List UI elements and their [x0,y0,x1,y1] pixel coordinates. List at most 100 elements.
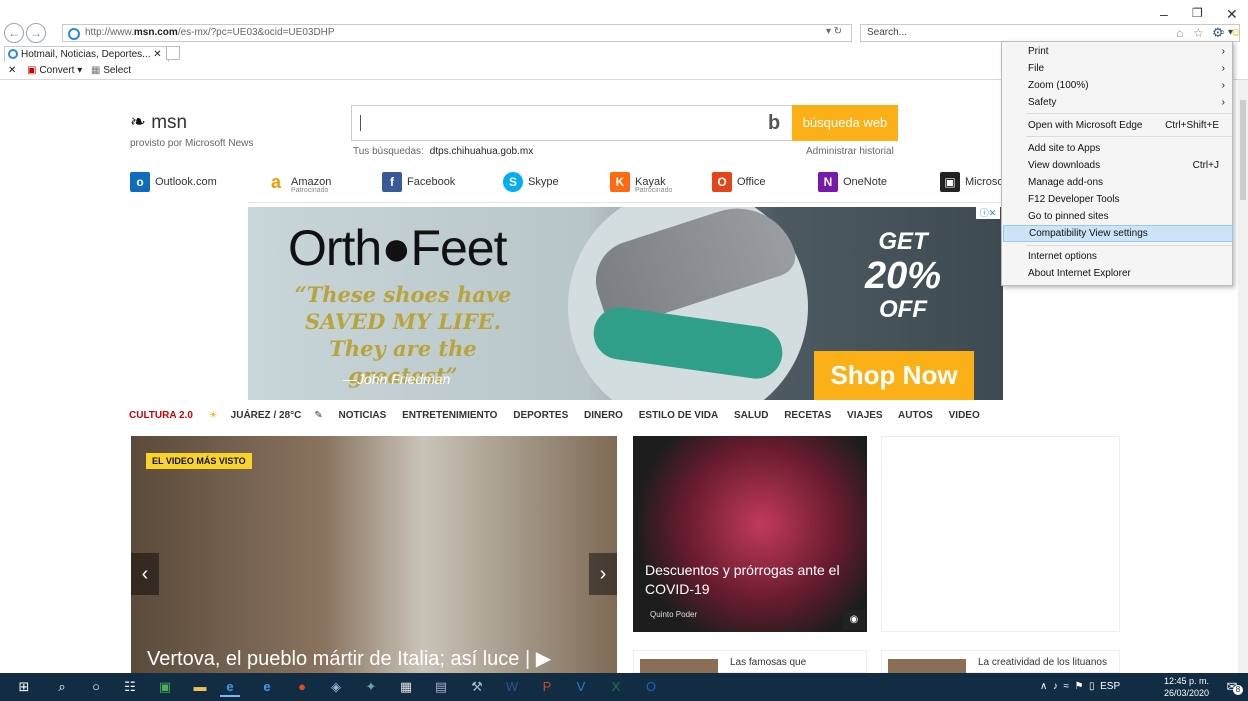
menu-item-safety[interactable]: Safety › [1003,94,1233,111]
menu-item-zoom[interactable]: Zoom (100%) › [1003,77,1233,94]
menu-item-internet-options[interactable]: Internet options [1003,248,1233,265]
shop-now-button[interactable]: Shop Now [814,351,974,400]
recent-search-link[interactable]: dtps.chihuahua.gob.mx [430,146,533,157]
back-button[interactable]: ← [4,23,24,43]
excel-icon[interactable]: X [606,677,626,697]
chevron-up-icon[interactable]: ∧ [1040,681,1047,692]
close-button[interactable]: ✕ [1226,6,1238,23]
favorites-star-icon[interactable]: ☆ [1193,26,1204,40]
nav-noticias[interactable]: NOTICIAS [339,410,387,421]
list-item[interactable]: Las famosas que [633,650,867,674]
calendar-app-icon[interactable]: ▣ [155,677,175,697]
quick-link-amazon[interactable]: a Amazon Patrocinado [266,172,331,194]
quick-link-onenote[interactable]: N OneNote [818,172,887,192]
wifi-icon[interactable]: ≈ [1063,681,1069,692]
notifications-icon[interactable]: ✉ 8 [1222,677,1243,697]
gear-icon[interactable]: ⚙ [1212,25,1224,41]
refresh-icon[interactable]: ▾ ↻ [826,26,842,37]
new-tab-button[interactable] [166,46,180,60]
nav-recetas[interactable]: RECETAS [784,410,831,421]
quick-link-office[interactable]: O Office [712,172,766,192]
quick-link-skype[interactable]: S Skype [503,172,559,192]
paint-icon[interactable]: ◈ [326,677,346,697]
card-title[interactable]: Descuentos y prórrogas ante el COVID-19 [645,561,855,599]
menu-item-pinned-sites[interactable]: Go to pinned sites [1003,208,1233,225]
menu-item-view-downloads[interactable]: View downloads Ctrl+J [1003,157,1233,174]
powerpoint-icon[interactable]: P [537,677,557,697]
internet-explorer-icon[interactable]: e [220,677,240,697]
manage-history-link[interactable]: Administrar historial [806,146,894,157]
quick-link-kayak[interactable]: K Kayak Patrocinado [610,172,672,194]
volume-icon[interactable]: ♪ [1053,681,1058,692]
network-app-icon[interactable]: ✦ [361,677,381,697]
close-tab-icon[interactable]: ✕ [153,49,161,60]
nav-deportes[interactable]: DEPORTES [513,410,568,421]
clock[interactable]: 12:45 p. m. 26/03/2020 [1164,675,1209,699]
tab-msn[interactable]: Hotmail, Noticias, Deportes... ✕ [4,46,169,62]
carousel-next-button[interactable]: › [589,553,617,595]
web-search-button[interactable]: búsqueda web [792,105,898,141]
language-indicator[interactable]: ESP [1100,681,1120,692]
menu-item-open-edge[interactable]: Open with Microsoft Edge Ctrl+Shift+E [1003,117,1233,134]
edit-icon[interactable]: ✎ [314,410,322,421]
quick-link-outlook[interactable]: o Outlook.com [130,172,217,192]
minimize-button[interactable]: – [1160,6,1168,22]
smiley-icon[interactable]: ☺ [1230,25,1242,39]
camera-icon: ◉ [843,610,865,630]
hero-badge: EL VIDEO MÁS VISTO [146,453,252,469]
menu-item-print[interactable]: Print › [1003,43,1233,60]
quick-link-facebook[interactable]: f Facebook [382,172,455,192]
news-card-covid[interactable] [633,436,867,632]
edge-icon[interactable]: e [257,677,277,697]
ie-page-icon [68,28,80,40]
category-nav: CULTURA 2.0 ☀ JUÁREZ / 28°C ✎ NOTICIAS ENT… [129,410,993,421]
convert-button[interactable]: Convert [39,65,74,76]
restore-button[interactable]: ❐ [1192,6,1203,20]
carousel-prev-button[interactable]: ‹ [131,553,159,595]
hero-card[interactable] [131,436,617,673]
forward-button[interactable]: → [26,23,46,43]
battery-icon[interactable]: ▯ [1089,681,1095,692]
scrollbar-thumb[interactable] [1240,100,1246,200]
adchoices-icon[interactable]: ⓘ✕ [976,207,1000,219]
address-bar[interactable]: http://www.msn.com/es-mx/?pc=UE03&ocid=U… [62,24,852,42]
nav-viajes[interactable]: VIAJES [847,410,883,421]
select-button[interactable]: Select [103,65,131,76]
menu-item-about-ie[interactable]: About Internet Explorer [1003,265,1233,282]
cortana-icon[interactable]: ○ [86,677,106,697]
tool-icon[interactable]: ⚒ [467,677,487,697]
taskbar-search-icon[interactable]: ⌕ [52,677,72,697]
nav-dinero[interactable]: DINERO [584,410,623,421]
menu-item-compatibility-view[interactable]: Compatibility View settings [1003,225,1233,242]
msn-logo[interactable]: ❧ msn [130,111,187,134]
chrome-icon[interactable]: ● [292,677,312,697]
menu-item-file[interactable]: File › [1003,60,1233,77]
outlook-taskbar-icon[interactable]: O [641,677,661,697]
file-explorer-icon[interactable]: ▬ [190,677,210,697]
notepad-icon[interactable]: ▤ [431,677,451,697]
menu-item-add-site[interactable]: Add site to Apps [1003,140,1233,157]
menu-item-manage-addons[interactable]: Manage add-ons [1003,174,1233,191]
weather-link[interactable]: JUÁREZ / 28°C [231,410,302,421]
nav-video[interactable]: VIDEO [949,410,980,421]
web-search-input[interactable] [351,105,792,141]
nav-salud[interactable]: SALUD [734,410,768,421]
nav-autos[interactable]: AUTOS [898,410,933,421]
chevron-right-icon: › [1221,63,1225,74]
quick-link-store[interactable]: ▣ Microso [940,172,1004,192]
ad-banner[interactable]: Orth●Feet “These shoes have SAVED MY LIF… [248,207,1003,400]
security-icon[interactable]: ⚑ [1075,681,1084,692]
list-item[interactable]: La creatividad de los lituanos [881,650,1120,674]
visio-icon[interactable]: V [571,677,591,697]
windows-start-icon[interactable]: ⊞ [14,677,34,697]
menu-item-f12-tools[interactable]: F12 Developer Tools [1003,191,1233,208]
close-toolbar-icon[interactable]: ✕ [8,65,16,76]
calculator-icon[interactable]: ▦ [396,677,416,697]
hero-title[interactable]: Vertova, el pueblo mártir de Italia; así… [147,646,551,671]
home-icon[interactable]: ⌂ [1176,26,1183,40]
nav-cultura[interactable]: CULTURA 2.0 [129,410,193,421]
nav-entretenimiento[interactable]: ENTRETENIMIENTO [402,410,497,421]
task-view-icon[interactable]: ☷ [120,677,140,697]
nav-estilo-de-vida[interactable]: ESTILO DE VIDA [639,410,718,421]
word-icon[interactable]: W [502,677,522,697]
